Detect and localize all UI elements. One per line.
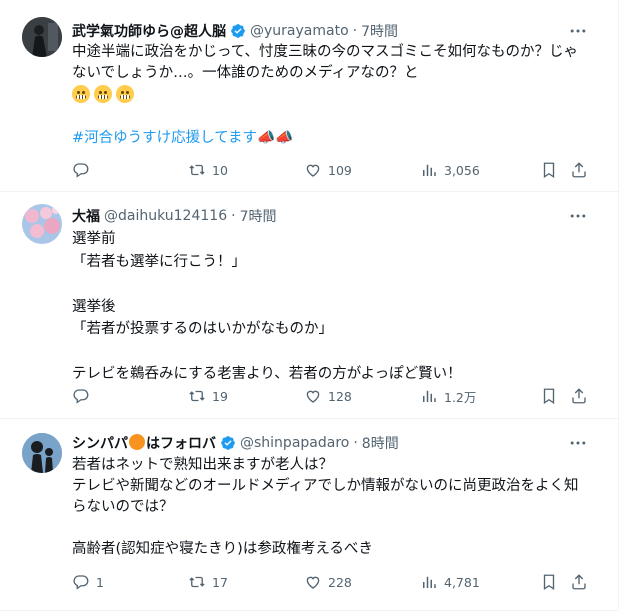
- like-button[interactable]: 128: [304, 386, 352, 406]
- retweet-button[interactable]: 19: [188, 386, 228, 406]
- tweet-text: 若者はネットで熟知出来ますが老人は？ テレビや新聞などのオールドメディアでしか情…: [72, 455, 592, 560]
- like-count: 109: [328, 162, 352, 178]
- retweet-count: 17: [212, 574, 228, 590]
- views-icon: [423, 390, 436, 402]
- tweet-actions: 1 17 228 4,781: [72, 572, 592, 592]
- like-count: 228: [328, 574, 352, 590]
- reply-button[interactable]: [72, 160, 96, 180]
- like-count: 128: [328, 388, 352, 404]
- reply-button[interactable]: [72, 386, 96, 406]
- views-button[interactable]: 4,781: [420, 572, 480, 592]
- author-handle[interactable]: @daihuku124116: [104, 208, 227, 224]
- retweet-icon: [189, 164, 205, 176]
- tweet-actions: 19 128 1.2万: [72, 386, 592, 406]
- reply-icon: [73, 575, 89, 590]
- author-name[interactable]: 大福: [72, 206, 100, 226]
- retweet-icon: [189, 576, 205, 588]
- views-icon: [423, 164, 436, 176]
- avatar-image: [22, 204, 62, 244]
- share-icon[interactable]: [570, 161, 588, 179]
- tweet-actions: 10 109 3,056: [72, 160, 592, 180]
- tweet-text-content: 若者はネットで熟知出来ますが老人は？ テレビや新聞などのオールドメディアでしか情…: [72, 457, 579, 557]
- author-name-suffix: はフォロバ: [146, 436, 216, 452]
- megaphone-emoji-icon: 📣📣: [257, 130, 294, 146]
- tweet-header: 大福 @daihuku124116 · 7時間: [72, 206, 276, 226]
- hashtag-link[interactable]: #河合ゆうすけ応援してます: [72, 130, 257, 146]
- emoji-row: [72, 85, 592, 107]
- views-count: 4,781: [444, 574, 480, 590]
- more-icon[interactable]: [568, 433, 588, 453]
- author-handle[interactable]: @shinpapadaro: [240, 435, 349, 451]
- like-icon: [306, 164, 320, 177]
- more-icon[interactable]: [568, 21, 588, 41]
- views-button[interactable]: 3,056: [420, 160, 480, 180]
- tweet-header: 武学氣功師ゆら@超人脳 @yurayamato · 7時間: [72, 21, 398, 41]
- tweet-text: 中途半端に政治をかじって、忖度三昧の今のマスゴミこそ如何なものか？じゃないでしょ…: [72, 42, 592, 149]
- reply-icon: [73, 163, 89, 178]
- retweet-icon: [189, 390, 205, 402]
- avatar[interactable]: [22, 433, 62, 473]
- reply-icon: [73, 389, 89, 404]
- reply-button[interactable]: 1: [72, 572, 104, 592]
- timestamp[interactable]: 7時間: [240, 206, 277, 226]
- separator-dot: ·: [231, 208, 236, 224]
- zipper-mouth-emoji-icon: [94, 85, 112, 103]
- views-count: 1.2万: [444, 389, 477, 405]
- retweet-button[interactable]: 17: [188, 572, 228, 592]
- tweet-text-content: 選挙前 「若者も選挙に行こう！」 選挙後 「若者が投票するのはいかがなものか」 …: [72, 231, 462, 382]
- bookmark-icon[interactable]: [540, 161, 558, 179]
- orange-circle-emoji-icon: [129, 434, 145, 450]
- bookmark-icon[interactable]: [540, 387, 558, 405]
- retweet-count: 19: [212, 388, 228, 404]
- author-name[interactable]: 武学氣功師ゆら@超人脳: [72, 21, 226, 41]
- timestamp[interactable]: 7時間: [361, 21, 398, 41]
- views-button[interactable]: 1.2万: [420, 386, 476, 406]
- verified-badge-icon: [221, 436, 235, 450]
- zipper-mouth-emoji-icon: [116, 85, 134, 103]
- tweet-header: シンパパ はフォロバ @shinpapadaro · 8時間: [72, 433, 399, 453]
- views-icon: [423, 576, 436, 588]
- bookmark-icon[interactable]: [540, 573, 558, 591]
- like-button[interactable]: 109: [304, 160, 352, 180]
- timestamp[interactable]: 8時間: [362, 433, 399, 453]
- timeline: 武学氣功師ゆら@超人脳 @yurayamato · 7時間 中途半端に政治をかじ…: [0, 0, 619, 611]
- tweet[interactable]: シンパパ はフォロバ @shinpapadaro · 8時間 若者はネットで熟知出…: [0, 419, 618, 611]
- author-handle[interactable]: @yurayamato: [250, 23, 349, 39]
- separator-dot: ·: [352, 23, 358, 39]
- author-name-prefix: シンパパ: [72, 436, 128, 452]
- more-icon[interactable]: [568, 206, 588, 226]
- like-icon: [306, 576, 320, 589]
- share-icon[interactable]: [570, 387, 588, 405]
- tweet[interactable]: 大福 @daihuku124116 · 7時間 選挙前 「若者も選挙に行こう！」…: [0, 192, 618, 419]
- hashtag-line: #河合ゆうすけ応援してます📣📣: [72, 128, 592, 149]
- views-count: 3,056: [444, 162, 480, 178]
- zipper-mouth-emoji-icon: [72, 85, 90, 103]
- reply-count: 1: [96, 574, 104, 590]
- tweet-text: 選挙前 「若者も選挙に行こう！」 選挙後 「若者が投票するのはいかがなものか」 …: [72, 228, 592, 386]
- separator-dot: ·: [353, 435, 358, 451]
- avatar-image: [22, 433, 62, 473]
- retweet-button[interactable]: 10: [188, 160, 228, 180]
- share-icon[interactable]: [570, 573, 588, 591]
- tweet[interactable]: 武学氣功師ゆら@超人脳 @yurayamato · 7時間 中途半端に政治をかじ…: [0, 0, 618, 192]
- avatar[interactable]: [22, 17, 62, 57]
- avatar-image: [22, 17, 62, 57]
- like-icon: [306, 390, 320, 403]
- avatar[interactable]: [22, 204, 62, 244]
- verified-badge-icon: [231, 24, 245, 38]
- tweet-text-line: 中途半端に政治をかじって、忖度三昧の今のマスゴミこそ如何なものか？じゃないでしょ…: [72, 44, 579, 81]
- author-name[interactable]: シンパパ はフォロバ: [72, 433, 216, 453]
- retweet-count: 10: [212, 162, 228, 178]
- like-button[interactable]: 228: [304, 572, 352, 592]
